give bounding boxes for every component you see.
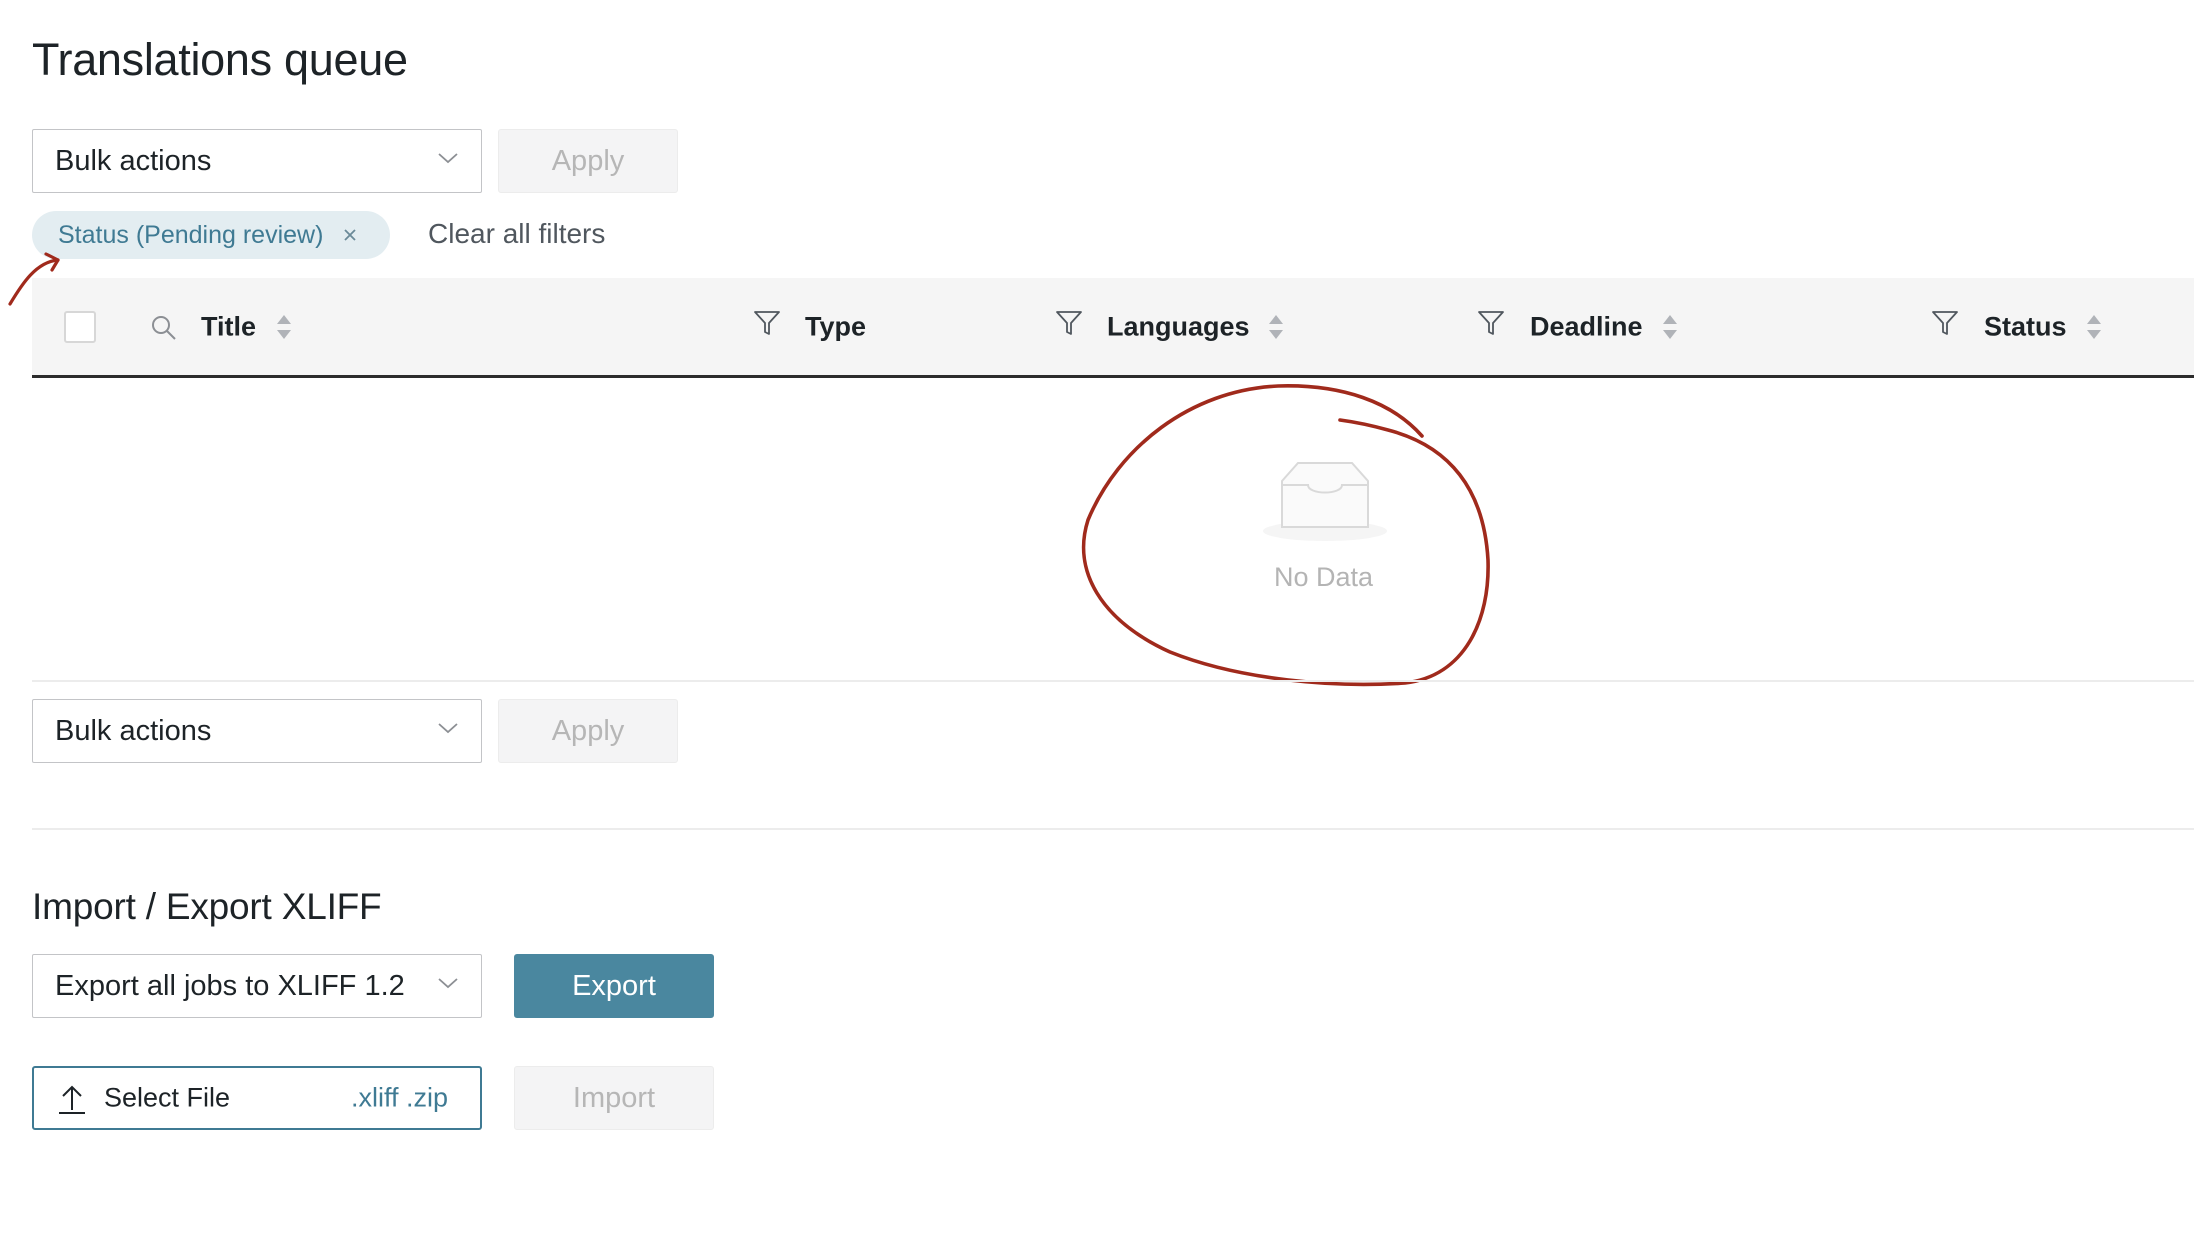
column-status[interactable]: Status	[1984, 311, 2067, 342]
column-title[interactable]: Title	[201, 311, 256, 342]
upload-icon	[59, 1085, 85, 1114]
clear-all-filters-link[interactable]: Clear all filters	[428, 218, 605, 250]
file-types-text: .xliff .zip	[350, 1082, 448, 1113]
filter-icon[interactable]	[1476, 308, 1506, 338]
export-format-select[interactable]: Export all jobs to XLIFF 1.2	[32, 954, 482, 1018]
sort-icon[interactable]	[274, 311, 294, 343]
bulk-actions-select-bottom[interactable]: Bulk actions	[32, 699, 482, 763]
select-all-checkbox[interactable]	[64, 311, 96, 343]
status-filter-chip-label: Status (Pending review)	[58, 220, 324, 249]
search-icon[interactable]	[150, 314, 178, 342]
import-button[interactable]: Import	[514, 1066, 714, 1130]
column-deadline[interactable]: Deadline	[1530, 311, 1643, 342]
sort-icon[interactable]	[2084, 311, 2104, 343]
table-bottom-divider	[32, 680, 2194, 682]
export-button[interactable]: Export	[514, 954, 714, 1018]
select-file-label: Select File	[104, 1082, 231, 1113]
filter-icon[interactable]	[1054, 308, 1084, 338]
filter-icon[interactable]	[1930, 308, 1960, 338]
apply-button-top[interactable]: Apply	[498, 129, 678, 193]
export-format-select-value: Export all jobs to XLIFF 1.2	[55, 969, 405, 1002]
chevron-down-icon	[438, 978, 458, 989]
apply-button-bottom[interactable]: Apply	[498, 699, 678, 763]
section-divider	[32, 828, 2194, 830]
xliff-section-title: Import / Export XLIFF	[32, 886, 382, 927]
page-title: Translations queue	[32, 34, 408, 85]
annotation-circle-icon	[1081, 384, 1490, 687]
sort-icon[interactable]	[1660, 311, 1680, 343]
chevron-down-icon	[438, 723, 458, 734]
sort-icon[interactable]	[1266, 311, 1286, 343]
bulk-actions-select-value: Bulk actions	[55, 714, 212, 747]
bulk-actions-select-value: Bulk actions	[55, 144, 212, 177]
filter-icon[interactable]	[752, 308, 782, 338]
select-file-input[interactable]: Select File .xliff .zip	[32, 1066, 482, 1130]
close-icon[interactable]	[341, 226, 359, 244]
table-header: Title Type Languages Deadline Status	[32, 278, 2194, 378]
column-languages[interactable]: Languages	[1107, 311, 1250, 342]
column-type[interactable]: Type	[805, 311, 866, 342]
status-filter-chip[interactable]: Status (Pending review)	[32, 211, 390, 259]
chevron-down-icon	[438, 153, 458, 164]
bulk-actions-select-top[interactable]: Bulk actions	[32, 129, 482, 193]
